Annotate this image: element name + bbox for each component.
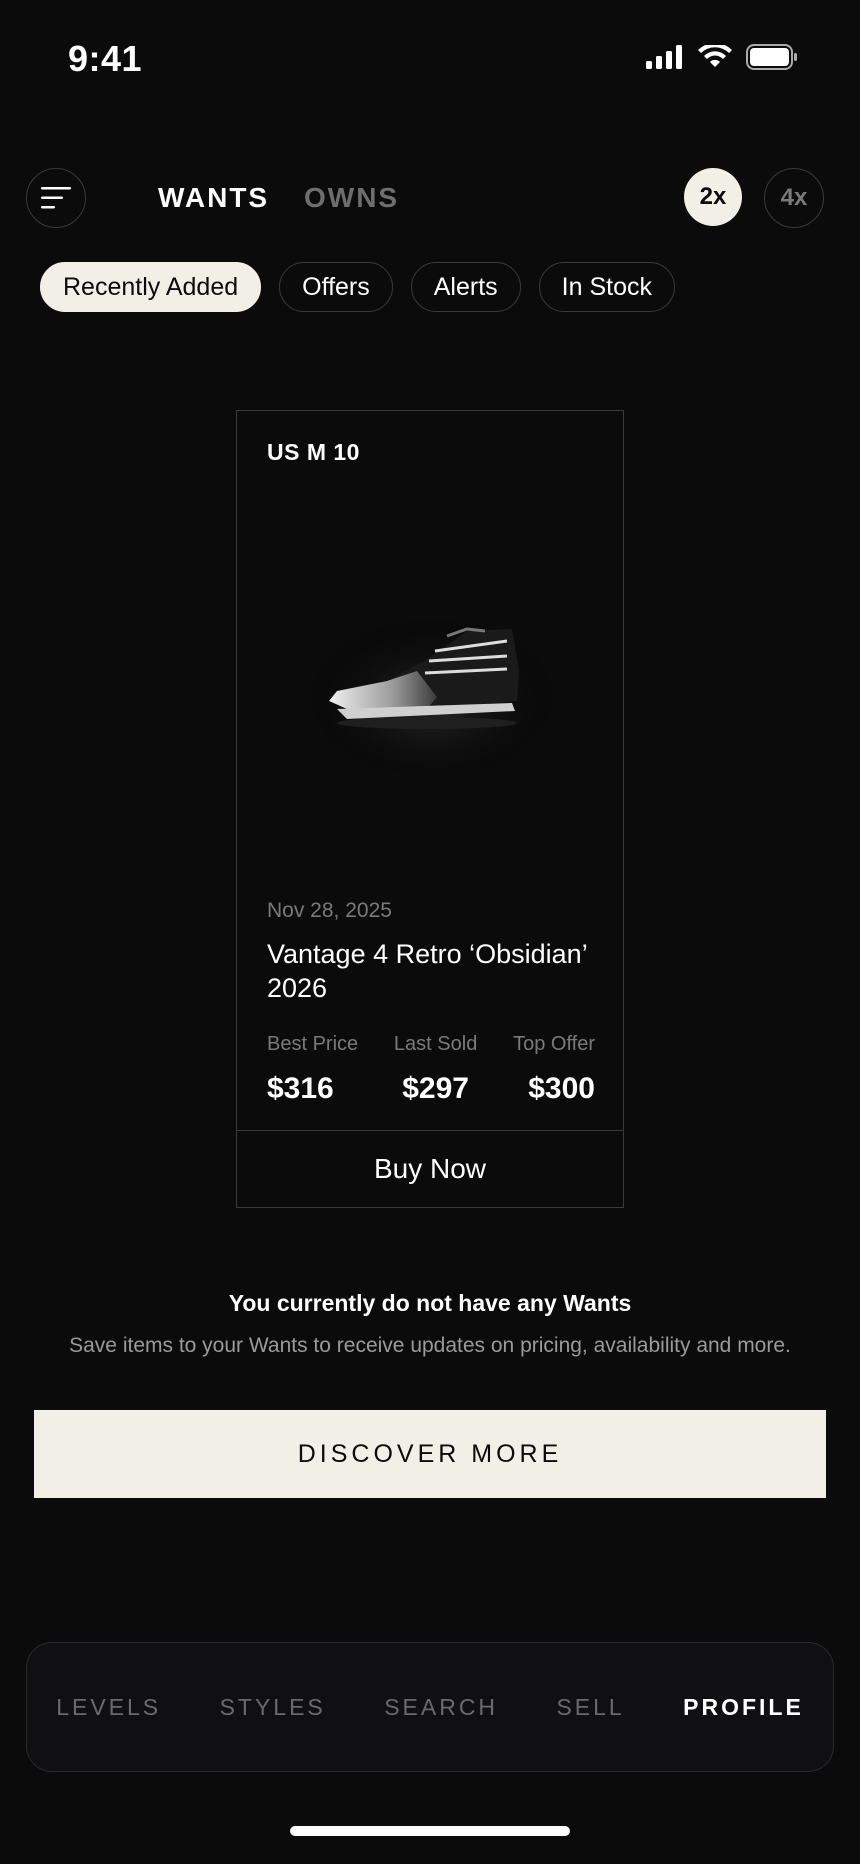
product-name: Vantage 4 Retro ‘Obsidian’ 2026 bbox=[267, 939, 587, 1003]
product-card[interactable]: US M 10 Nov 28, 2025 Vantage 4 Retro ‘Ob… bbox=[236, 410, 624, 1208]
stat-value: $297 bbox=[402, 1072, 469, 1105]
stat-top-offer: Top Offer $300 bbox=[513, 1033, 595, 1106]
battery-icon bbox=[746, 44, 797, 70]
empty-state-title: You currently do not have any Wants bbox=[228, 1290, 632, 1316]
wifi-icon bbox=[698, 45, 732, 67]
nav-profile[interactable]: PROFILE bbox=[683, 1694, 804, 1721]
nav-styles[interactable]: STYLES bbox=[220, 1694, 326, 1721]
home-indicator bbox=[290, 1826, 570, 1836]
status-icons bbox=[646, 44, 798, 70]
chip-recently-added[interactable]: Recently Added bbox=[40, 262, 262, 312]
price-stats: Best Price $316 Last Sold $297 Top Offer… bbox=[267, 1033, 595, 1106]
product-date: Nov 28, 2025 bbox=[267, 899, 392, 922]
chip-alerts[interactable]: Alerts bbox=[410, 262, 521, 312]
tab-wants[interactable]: WANTS bbox=[158, 182, 269, 214]
nav-search[interactable]: SEARCH bbox=[384, 1694, 498, 1721]
stat-best-price: Best Price $316 bbox=[267, 1033, 358, 1106]
zoom-2x-button[interactable]: 2x bbox=[684, 168, 742, 226]
tab-owns[interactable]: OWNS bbox=[304, 182, 399, 214]
discover-more-button[interactable]: DISCOVER MORE bbox=[34, 1410, 826, 1498]
filter-chips: Recently Added Offers Alerts In Stock bbox=[40, 262, 675, 312]
product-size: US M 10 bbox=[267, 439, 360, 465]
signal-icon bbox=[646, 45, 682, 69]
stat-label: Best Price bbox=[267, 1033, 359, 1055]
nav-sell[interactable]: SELL bbox=[556, 1694, 624, 1721]
stat-last-sold: Last Sold $297 bbox=[394, 1033, 477, 1106]
chip-offers[interactable]: Offers bbox=[279, 262, 393, 312]
bottom-nav: LEVELS STYLES SEARCH SELL PROFILE bbox=[26, 1642, 834, 1772]
chip-in-stock[interactable]: In Stock bbox=[538, 262, 675, 312]
sort-filter-button[interactable] bbox=[26, 168, 86, 228]
product-image bbox=[312, 616, 552, 776]
stat-value: $300 bbox=[528, 1072, 595, 1105]
nav-levels[interactable]: LEVELS bbox=[56, 1694, 161, 1721]
zoom-4x-button[interactable]: 4x bbox=[764, 168, 824, 228]
stat-label: Top Offer bbox=[513, 1033, 595, 1055]
status-time: 9:41 bbox=[68, 38, 143, 79]
sort-icon bbox=[41, 187, 71, 209]
stat-label: Last Sold bbox=[393, 1033, 478, 1055]
stat-value: $316 bbox=[267, 1072, 334, 1105]
empty-state-subtitle: Save items to your Wants to receive upda… bbox=[69, 1334, 791, 1357]
buy-now-button[interactable]: Buy Now bbox=[237, 1130, 623, 1207]
